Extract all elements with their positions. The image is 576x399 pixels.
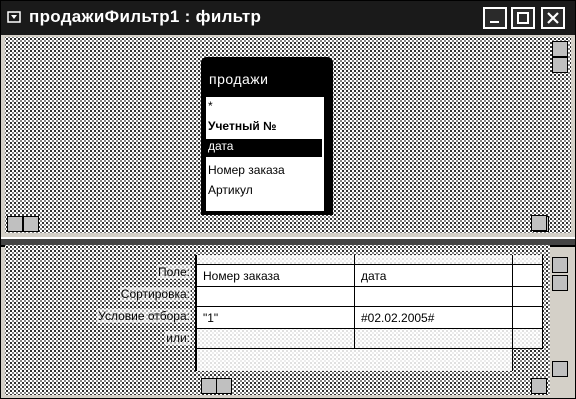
scroll-up-button[interactable] xyxy=(552,257,568,273)
minimize-icon xyxy=(490,21,499,23)
field-item[interactable]: Учетный № xyxy=(208,119,276,133)
scroll-right-button[interactable] xyxy=(531,378,547,394)
grid-cell-or[interactable] xyxy=(197,329,355,349)
grid-cell-sort[interactable] xyxy=(355,287,513,307)
row-label-or: или: xyxy=(165,331,191,345)
query-design-grid[interactable]: Номер заказа дата "1" #02.02.2005# xyxy=(195,255,543,371)
grid-cell-field[interactable]: Номер заказа xyxy=(197,265,355,287)
table-field-list[interactable]: продажи * Учетный № дата Номер заказа Ар… xyxy=(201,57,333,215)
row-labels: Поле: Сортировка: Условие отбора: или: xyxy=(5,257,191,357)
scroll-thumb[interactable] xyxy=(552,57,568,73)
scroll-thumb[interactable] xyxy=(23,216,39,232)
filter-window-icon xyxy=(7,11,21,23)
scroll-thumb[interactable] xyxy=(552,275,568,291)
close-button[interactable] xyxy=(541,7,565,29)
scroll-left-button[interactable] xyxy=(201,378,217,394)
field-item-selected[interactable]: дата xyxy=(206,139,322,157)
close-icon xyxy=(547,12,559,24)
size-grip-icon[interactable] xyxy=(531,215,547,231)
scroll-up-button[interactable] xyxy=(552,41,568,57)
field-item[interactable]: Номер заказа xyxy=(208,163,285,177)
grid-cell-criteria[interactable] xyxy=(513,307,543,329)
column-selector[interactable] xyxy=(513,255,543,265)
grid-cell-criteria[interactable]: #02.02.2005# xyxy=(355,307,513,329)
column-selector[interactable] xyxy=(355,255,513,265)
grid-cell-field[interactable]: дата xyxy=(355,265,513,287)
grid-cell-criteria[interactable]: "1" xyxy=(197,307,355,329)
row-label-field: Поле: xyxy=(156,265,191,279)
upper-horizontal-scrollbar[interactable] xyxy=(5,215,551,233)
scroll-left-button[interactable] xyxy=(7,216,23,232)
grid-cell-or[interactable] xyxy=(355,329,513,349)
field-item[interactable]: Артикул xyxy=(208,183,253,197)
grid-cell-field[interactable] xyxy=(513,265,543,287)
grid-cell-sort[interactable] xyxy=(513,287,543,307)
scroll-thumb[interactable] xyxy=(216,378,232,394)
lower-horizontal-scrollbar[interactable] xyxy=(201,377,232,395)
grid-cell-or[interactable] xyxy=(513,329,543,349)
row-label-criteria: Условие отбора: xyxy=(97,309,191,323)
field-item[interactable]: * xyxy=(208,99,213,113)
row-label-sort: Сортировка: xyxy=(119,287,191,301)
maximize-button[interactable] xyxy=(511,7,535,29)
scroll-down-button[interactable] xyxy=(552,361,568,377)
grid-cell-sort[interactable] xyxy=(197,287,355,307)
window-title: продажиФильтр1 : фильтр xyxy=(29,7,262,26)
table-name: продажи xyxy=(209,71,269,87)
upper-vertical-scrollbar[interactable] xyxy=(550,37,570,213)
minimize-button[interactable] xyxy=(483,7,507,29)
grid-empty-row[interactable] xyxy=(197,349,513,371)
title-bar[interactable]: продажиФильтр1 : фильтр xyxy=(1,1,575,35)
field-list[interactable]: * Учетный № дата Номер заказа Артикул xyxy=(206,97,324,211)
column-selector[interactable] xyxy=(197,255,355,265)
filter-window: продажиФильтр1 : фильтр продажи * Учетны… xyxy=(0,0,576,399)
lower-vertical-scrollbar[interactable] xyxy=(550,255,570,383)
maximize-icon xyxy=(517,12,529,24)
